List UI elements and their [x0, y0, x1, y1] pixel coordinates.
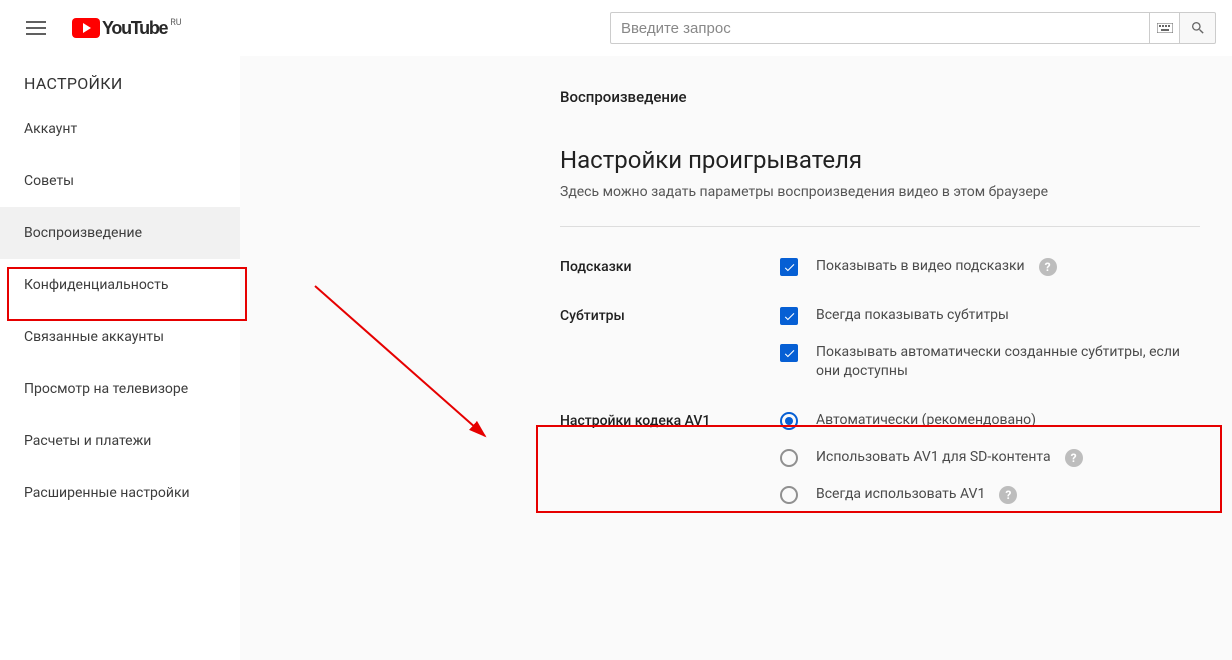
checkbox-auto-subtitles[interactable]: [780, 344, 798, 362]
check-icon: [783, 347, 796, 360]
option-always-subtitles-label: Всегда показывать субтитры: [816, 306, 1009, 325]
option-av1-sd-label: Использовать AV1 для SD-контента: [816, 448, 1051, 467]
check-icon: [783, 261, 796, 274]
sidebar-item-tips[interactable]: Советы: [0, 155, 240, 207]
checkbox-always-subtitles[interactable]: [780, 307, 798, 325]
keyboard-button[interactable]: [1150, 12, 1180, 44]
play-icon: [72, 18, 100, 38]
help-icon[interactable]: ?: [1065, 449, 1083, 467]
page-title: Настройки проигрывателя: [560, 146, 1220, 174]
settings-sidebar: НАСТРОЙКИ Аккаунт Советы Воспроизведение…: [0, 56, 240, 519]
logo-text: YouTube: [102, 18, 167, 39]
section-subtitles: Субтитры Всегда показывать субтитры Пока…: [560, 306, 1220, 381]
section-subtitles-label: Субтитры: [560, 306, 780, 324]
radio-av1-always[interactable]: [780, 486, 798, 504]
option-auto-subtitles-label: Показывать автоматически созданные субти…: [816, 343, 1206, 381]
section-hints: Подсказки Показывать в видео подсказки ?: [560, 257, 1220, 276]
section-hints-label: Подсказки: [560, 257, 780, 275]
option-av1-always-label: Всегда использовать AV1: [816, 485, 985, 504]
youtube-logo[interactable]: YouTube RU: [72, 18, 182, 39]
section-av1-label: Настройки кодека AV1: [560, 411, 780, 429]
search-input[interactable]: [610, 12, 1150, 44]
option-av1-auto-label: Автоматически (рекомендовано): [816, 411, 1036, 430]
sidebar-item-account[interactable]: Аккаунт: [0, 103, 240, 155]
sidebar-item-privacy[interactable]: Конфиденциальность: [0, 259, 240, 311]
divider: [560, 226, 1200, 227]
sidebar-item-advanced[interactable]: Расширенные настройки: [0, 467, 240, 519]
hamburger-icon: [26, 21, 46, 35]
keyboard-icon: [1157, 23, 1173, 33]
sidebar-item-playback[interactable]: Воспроизведение: [0, 207, 240, 259]
sidebar-item-linked-accounts[interactable]: Связанные аккаунты: [0, 311, 240, 363]
sidebar-item-tv[interactable]: Просмотр на телевизоре: [0, 363, 240, 415]
radio-av1-sd[interactable]: [780, 449, 798, 467]
sidebar-title: НАСТРОЙКИ: [0, 56, 240, 103]
search-button[interactable]: [1180, 12, 1216, 44]
checkbox-show-hints[interactable]: [780, 258, 798, 276]
main-content: Воспроизведение Настройки проигрывателя …: [240, 56, 1232, 660]
help-icon[interactable]: ?: [1039, 258, 1057, 276]
check-icon: [783, 310, 796, 323]
help-icon[interactable]: ?: [999, 486, 1017, 504]
radio-av1-auto[interactable]: [780, 412, 798, 430]
page-description: Здесь можно задать параметры воспроизвед…: [560, 184, 1220, 200]
breadcrumb: Воспроизведение: [560, 88, 1220, 106]
search-icon: [1190, 20, 1206, 36]
menu-button[interactable]: [16, 8, 56, 48]
logo-region: RU: [170, 18, 181, 28]
option-show-hints-label: Показывать в видео подсказки: [816, 257, 1025, 276]
sidebar-item-billing[interactable]: Расчеты и платежи: [0, 415, 240, 467]
section-av1: Настройки кодека AV1 Автоматически (реко…: [560, 411, 1220, 504]
